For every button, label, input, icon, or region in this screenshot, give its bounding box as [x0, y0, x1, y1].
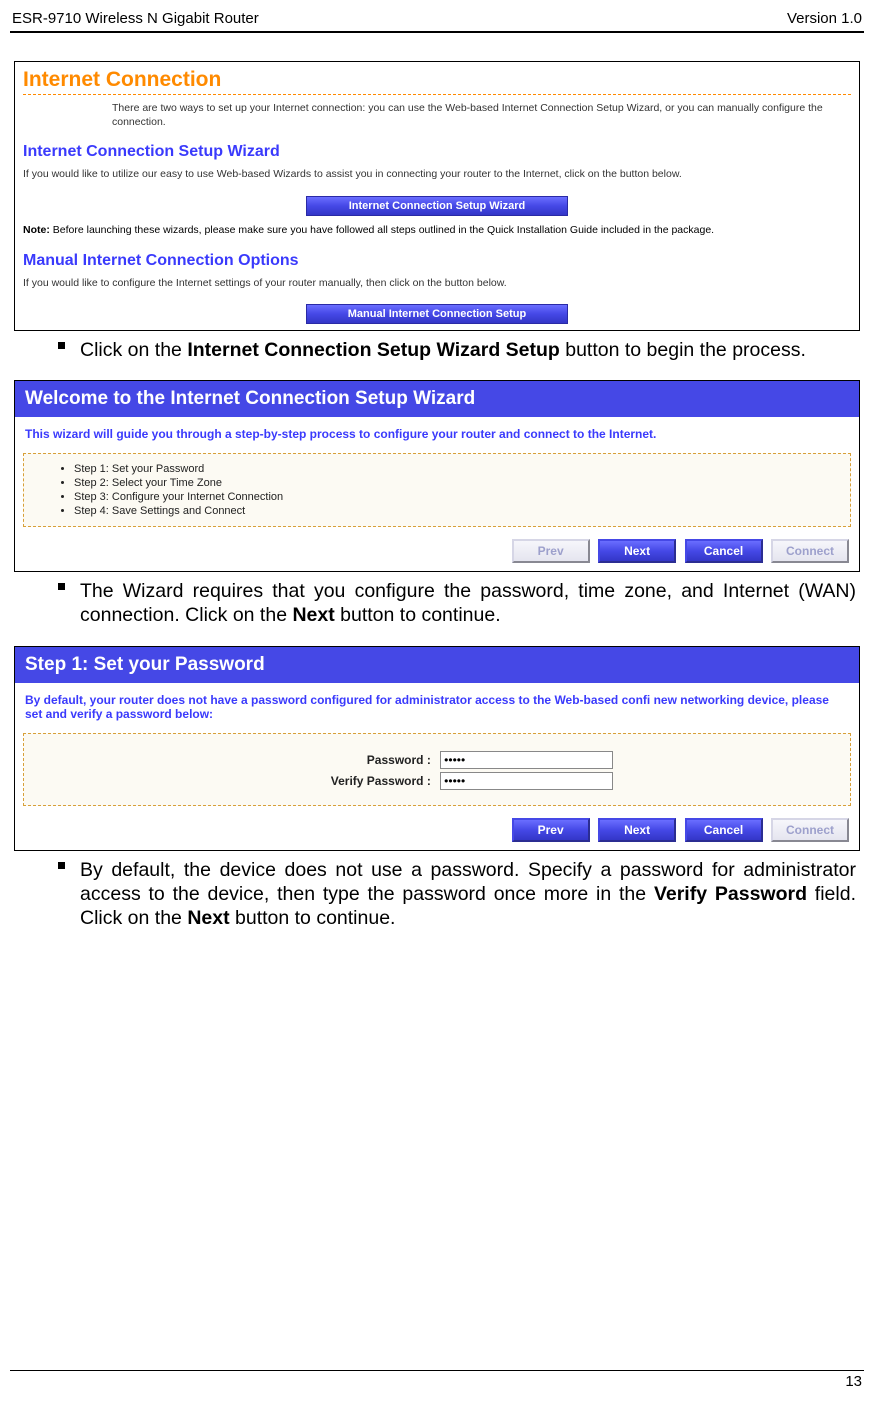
instruction-3: By default, the device does not use a pa…: [18, 859, 856, 930]
screenshot-internet-connection: Internet Connection There are two ways t…: [14, 61, 860, 331]
password-input[interactable]: [440, 751, 613, 769]
setup-wizard-heading: Internet Connection Setup Wizard: [15, 137, 859, 167]
setup-wizard-body: If you would like to utilize our easy to…: [15, 167, 859, 191]
bullet-icon: [58, 342, 65, 349]
next-button[interactable]: Next: [598, 539, 676, 563]
step1-title: Step 1: Set your Password: [15, 647, 859, 683]
header-rule: [10, 31, 864, 33]
screenshot-step1-password: Step 1: Set your Password By default, yo…: [14, 646, 860, 851]
manual-options-heading: Manual Internet Connection Options: [15, 246, 859, 276]
connect-button[interactable]: Connect: [771, 539, 849, 563]
instruction-2: The Wizard requires that you configure t…: [18, 580, 856, 628]
list-item: Step 2: Select your Time Zone: [74, 476, 832, 490]
manual-options-body: If you would like to configure the Inter…: [15, 276, 859, 300]
list-item: Step 1: Set your Password: [74, 462, 832, 476]
prev-button[interactable]: Prev: [512, 818, 590, 842]
verify-password-input[interactable]: [440, 772, 613, 790]
connect-button[interactable]: Connect: [771, 818, 849, 842]
list-item: Step 4: Save Settings and Connect: [74, 504, 832, 518]
note-line: Note: Before launching these wizards, pl…: [15, 222, 859, 246]
wizard-welcome-title: Welcome to the Internet Connection Setup…: [15, 381, 859, 417]
product-name: ESR-9710 Wireless N Gigabit Router: [12, 10, 259, 27]
verify-password-label: Verify Password :: [261, 774, 431, 788]
prev-button[interactable]: Prev: [512, 539, 590, 563]
next-button[interactable]: Next: [598, 818, 676, 842]
internet-connection-setup-wizard-button[interactable]: Internet Connection Setup Wizard: [306, 196, 568, 216]
bullet-icon: [58, 862, 65, 869]
bullet-icon: [58, 583, 65, 590]
instruction-1: Click on the Internet Connection Setup W…: [18, 339, 856, 363]
password-box: Password : Verify Password :: [23, 733, 851, 806]
divider-dashed: [23, 94, 851, 95]
manual-internet-connection-setup-button[interactable]: Manual Internet Connection Setup: [306, 304, 568, 324]
step1-subtext: By default, your router does not have a …: [15, 683, 859, 727]
wizard-steps-list: Step 1: Set your Password Step 2: Select…: [42, 462, 832, 518]
doc-version: Version 1.0: [787, 10, 862, 27]
cancel-button[interactable]: Cancel: [685, 818, 763, 842]
page-number: 13: [10, 1373, 864, 1390]
screenshot-wizard-welcome: Welcome to the Internet Connection Setup…: [14, 380, 860, 572]
cancel-button[interactable]: Cancel: [685, 539, 763, 563]
password-label: Password :: [261, 753, 431, 767]
footer-rule: [10, 1370, 864, 1371]
intro-text: There are two ways to set up your Intern…: [15, 99, 859, 137]
wizard-steps-box: Step 1: Set your Password Step 2: Select…: [23, 453, 851, 527]
list-item: Step 3: Configure your Internet Connecti…: [74, 490, 832, 504]
wizard-welcome-subtext: This wizard will guide you through a ste…: [15, 417, 859, 447]
internet-connection-title: Internet Connection: [15, 62, 859, 94]
